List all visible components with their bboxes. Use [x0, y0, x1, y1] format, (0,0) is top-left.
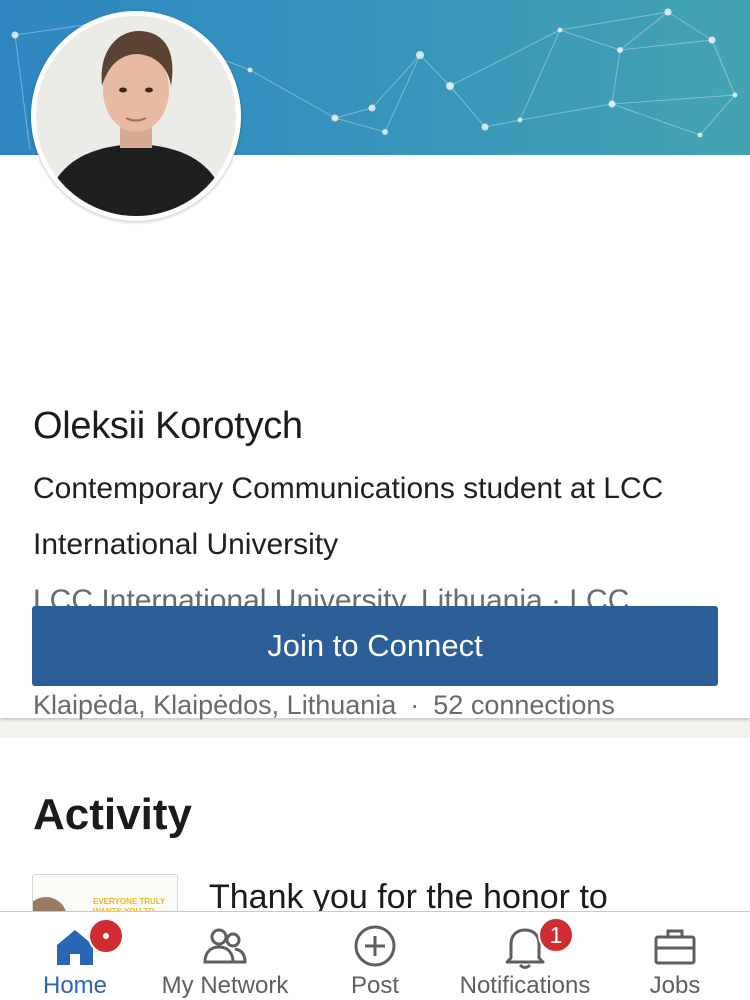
profile-avatar[interactable]	[31, 11, 241, 221]
my-network-icon	[203, 928, 247, 964]
nav-jobs[interactable]: Jobs	[600, 912, 750, 1000]
notifications-badge: 1	[538, 917, 574, 953]
briefcase-icon	[654, 929, 696, 965]
bottom-navigation: Home My Network Post 1 Notifications Job…	[0, 911, 750, 1000]
nav-home[interactable]: Home	[0, 912, 150, 1000]
activity-heading: Activity	[33, 790, 192, 839]
home-badge-dot	[88, 918, 124, 954]
profile-location: Klaipėda, Klaipėdos, Lithuania	[33, 690, 397, 720]
nav-notifications-label: Notifications	[459, 972, 591, 999]
nav-my-network[interactable]: My Network	[150, 912, 300, 1000]
profile-name: Oleksii Korotych	[33, 405, 303, 447]
join-to-connect-button[interactable]: Join to Connect	[32, 606, 718, 686]
location-connections-line: Klaipėda, Klaipėdos, Lithuania · 52 connec…	[33, 690, 615, 721]
separator-dot: ·	[410, 690, 420, 720]
nav-notifications[interactable]: 1 Notifications	[450, 912, 600, 1000]
connections-count[interactable]: 52 connections	[433, 690, 615, 720]
nav-home-label: Home	[42, 972, 108, 999]
nav-my-network-label: My Network	[161, 972, 289, 999]
post-icon	[354, 925, 396, 967]
nav-post[interactable]: Post	[300, 912, 450, 1000]
nav-jobs-label: Jobs	[649, 972, 701, 999]
avatar-photo	[36, 16, 236, 216]
profile-headline: Contemporary Communications student at L…	[33, 472, 664, 561]
nav-post-label: Post	[350, 972, 400, 999]
